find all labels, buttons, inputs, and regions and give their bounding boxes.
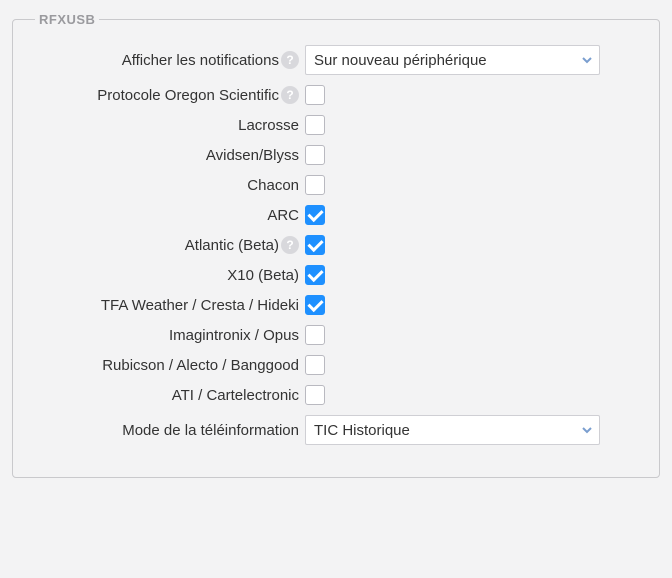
label-text: X10 (Beta) bbox=[227, 267, 299, 284]
label-text: Avidsen/Blyss bbox=[206, 147, 299, 164]
select-notifications[interactable]: Sur nouveau périphérique bbox=[305, 45, 600, 75]
control-chacon bbox=[305, 175, 325, 195]
label-text: ARC bbox=[267, 207, 299, 224]
row-oregon: Protocole Oregon Scientific? bbox=[35, 85, 637, 105]
control-atlantic bbox=[305, 235, 325, 255]
label-text: Atlantic (Beta) bbox=[185, 237, 279, 254]
label-tic_mode: Mode de la téléinformation bbox=[35, 422, 305, 439]
label-text: ATI / Cartelectronic bbox=[172, 387, 299, 404]
row-lacrosse: Lacrosse bbox=[35, 115, 637, 135]
checkbox-tfa[interactable] bbox=[305, 295, 325, 315]
control-notifications: Sur nouveau périphérique bbox=[305, 45, 600, 75]
row-x10: X10 (Beta) bbox=[35, 265, 637, 285]
label-text: Mode de la téléinformation bbox=[122, 422, 299, 439]
label-tfa: TFA Weather / Cresta / Hideki bbox=[35, 297, 305, 314]
checkbox-rubicson[interactable] bbox=[305, 355, 325, 375]
row-ati: ATI / Cartelectronic bbox=[35, 385, 637, 405]
label-text: Protocole Oregon Scientific bbox=[97, 87, 279, 104]
checkbox-ati[interactable] bbox=[305, 385, 325, 405]
row-tfa: TFA Weather / Cresta / Hideki bbox=[35, 295, 637, 315]
label-lacrosse: Lacrosse bbox=[35, 117, 305, 134]
row-rubicson: Rubicson / Alecto / Banggood bbox=[35, 355, 637, 375]
label-notifications: Afficher les notifications? bbox=[35, 51, 305, 69]
control-lacrosse bbox=[305, 115, 325, 135]
select-tic_mode[interactable]: TIC Historique bbox=[305, 415, 600, 445]
row-arc: ARC bbox=[35, 205, 637, 225]
row-notifications: Afficher les notifications? Sur nouveau p… bbox=[35, 45, 637, 75]
control-rubicson bbox=[305, 355, 325, 375]
label-oregon: Protocole Oregon Scientific? bbox=[35, 86, 305, 104]
chevron-down-icon bbox=[577, 417, 597, 443]
row-tic_mode: Mode de la téléinformation TIC Historique bbox=[35, 415, 637, 445]
checkbox-imagintronix[interactable] bbox=[305, 325, 325, 345]
row-avidsen: Avidsen/Blyss bbox=[35, 145, 637, 165]
label-text: TFA Weather / Cresta / Hideki bbox=[101, 297, 299, 314]
control-ati bbox=[305, 385, 325, 405]
help-icon[interactable]: ? bbox=[281, 86, 299, 104]
control-tfa bbox=[305, 295, 325, 315]
checkbox-arc[interactable] bbox=[305, 205, 325, 225]
label-text: Chacon bbox=[247, 177, 299, 194]
label-text: Rubicson / Alecto / Banggood bbox=[102, 357, 299, 374]
label-text: Lacrosse bbox=[238, 117, 299, 134]
chevron-down-icon bbox=[577, 47, 597, 73]
checkbox-x10[interactable] bbox=[305, 265, 325, 285]
label-text: Imagintronix / Opus bbox=[169, 327, 299, 344]
control-tic_mode: TIC Historique bbox=[305, 415, 600, 445]
label-arc: ARC bbox=[35, 207, 305, 224]
label-imagintronix: Imagintronix / Opus bbox=[35, 327, 305, 344]
checkbox-atlantic[interactable] bbox=[305, 235, 325, 255]
control-imagintronix bbox=[305, 325, 325, 345]
rfxusb-panel: RFXUSB Afficher les notifications? Sur no… bbox=[12, 12, 660, 478]
select-value: TIC Historique bbox=[314, 422, 410, 439]
checkbox-oregon[interactable] bbox=[305, 85, 325, 105]
checkbox-avidsen[interactable] bbox=[305, 145, 325, 165]
checkbox-lacrosse[interactable] bbox=[305, 115, 325, 135]
row-imagintronix: Imagintronix / Opus bbox=[35, 325, 637, 345]
section-title: RFXUSB bbox=[35, 12, 99, 27]
control-arc bbox=[305, 205, 325, 225]
label-atlantic: Atlantic (Beta)? bbox=[35, 236, 305, 254]
help-icon[interactable]: ? bbox=[281, 51, 299, 69]
label-rubicson: Rubicson / Alecto / Banggood bbox=[35, 357, 305, 374]
select-value: Sur nouveau périphérique bbox=[314, 52, 487, 69]
label-x10: X10 (Beta) bbox=[35, 267, 305, 284]
label-ati: ATI / Cartelectronic bbox=[35, 387, 305, 404]
control-x10 bbox=[305, 265, 325, 285]
checkbox-chacon[interactable] bbox=[305, 175, 325, 195]
control-oregon bbox=[305, 85, 325, 105]
label-text: Afficher les notifications bbox=[122, 52, 279, 69]
control-avidsen bbox=[305, 145, 325, 165]
row-chacon: Chacon bbox=[35, 175, 637, 195]
label-avidsen: Avidsen/Blyss bbox=[35, 147, 305, 164]
label-chacon: Chacon bbox=[35, 177, 305, 194]
help-icon[interactable]: ? bbox=[281, 236, 299, 254]
row-atlantic: Atlantic (Beta)? bbox=[35, 235, 637, 255]
